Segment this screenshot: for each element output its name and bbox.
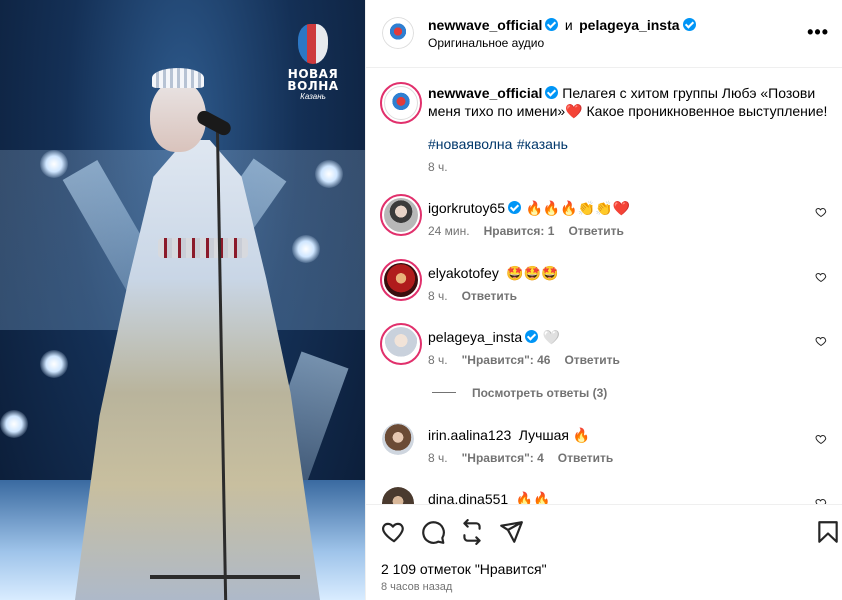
comment-avatar[interactable] bbox=[380, 194, 422, 236]
bookmark-icon[interactable] bbox=[815, 519, 841, 545]
comment-username[interactable]: pelageya_insta bbox=[428, 329, 522, 345]
comment-likes[interactable]: Нравится: 1 bbox=[484, 224, 555, 238]
caption-body: newwave_official Пелагея с хитом группы … bbox=[428, 84, 828, 120]
comment-item: pelageya_insta 🤍 8 ч. "Нравится": 46 Ответ… bbox=[380, 323, 830, 373]
comment-avatar[interactable] bbox=[382, 423, 414, 455]
caption-text-tail: Какое проникновенное выступление! bbox=[582, 103, 828, 119]
like-comment-icon[interactable] bbox=[815, 271, 827, 283]
comment-avatar[interactable] bbox=[380, 323, 422, 365]
joiner-text: и bbox=[564, 17, 573, 33]
comment-line: irin.aalina123 Лучшая 🔥 bbox=[428, 426, 590, 445]
comment-icon[interactable] bbox=[420, 519, 446, 545]
logo-line-3: Казань bbox=[300, 92, 326, 101]
comment-time: 8 ч. bbox=[428, 451, 448, 465]
likes-count[interactable]: 2 109 отметок "Нравится" bbox=[381, 561, 547, 577]
reply-button[interactable]: Ответить bbox=[462, 289, 517, 303]
audio-label[interactable]: Оригинальное аудио bbox=[428, 36, 544, 50]
comment-avatar[interactable] bbox=[380, 259, 422, 301]
comment-text: 🔥🔥🔥👏👏❤️ bbox=[525, 200, 631, 216]
comment-text: 🤩🤩🤩 bbox=[506, 265, 559, 281]
comment-line: pelageya_insta 🤍 bbox=[428, 328, 560, 347]
caption-username[interactable]: newwave_official bbox=[428, 85, 542, 101]
repost-icon[interactable] bbox=[459, 519, 485, 545]
like-comment-icon[interactable] bbox=[815, 497, 827, 504]
comment-time: 8 ч. bbox=[428, 353, 448, 367]
action-bar: 2 109 отметок "Нравится" 8 часов назад bbox=[366, 504, 842, 600]
comment-meta: 8 ч. Ответить bbox=[428, 289, 517, 303]
like-icon[interactable] bbox=[381, 519, 407, 545]
comment-item: elyakotofey 🤩🤩🤩 8 ч. Ответить bbox=[380, 259, 830, 309]
comments-list[interactable]: newwave_official Пелагея с хитом группы … bbox=[366, 69, 842, 504]
like-comment-icon[interactable] bbox=[815, 335, 827, 347]
reply-button[interactable]: Ответить bbox=[568, 224, 623, 238]
stage-light bbox=[315, 160, 343, 188]
event-logo-mark bbox=[298, 24, 328, 64]
comment-username[interactable]: igorkrutoy65 bbox=[428, 200, 505, 216]
mic-stand-base bbox=[150, 575, 300, 579]
view-replies-button[interactable]: Посмотреть ответы (3) bbox=[432, 386, 607, 400]
comment-time: 24 мин. bbox=[428, 224, 470, 238]
verified-icon bbox=[545, 86, 559, 99]
comment-line: elyakotofey 🤩🤩🤩 bbox=[428, 264, 559, 283]
comment-line: dina.dina551 🔥🔥 bbox=[428, 490, 551, 504]
comment-item: irin.aalina123 Лучшая 🔥 8 ч. "Нравится": … bbox=[380, 423, 830, 473]
hashtag-link[interactable]: #казань bbox=[517, 136, 568, 152]
comment-item: igorkrutoy65 🔥🔥🔥👏👏❤️ 24 мин. Нравится: 1 О… bbox=[380, 194, 830, 244]
collab-username[interactable]: pelageya_insta bbox=[579, 17, 679, 33]
comment-meta: 8 ч. "Нравится": 4 Ответить bbox=[428, 451, 613, 465]
stage-light bbox=[0, 410, 28, 438]
singer-belt bbox=[158, 238, 248, 258]
stage-light bbox=[292, 235, 320, 263]
verified-icon bbox=[545, 18, 559, 31]
stage-light bbox=[40, 150, 68, 178]
share-icon[interactable] bbox=[498, 519, 524, 545]
comment-time: 8 ч. bbox=[428, 289, 448, 303]
comment-meta: 24 мин. Нравится: 1 Ответить bbox=[428, 224, 624, 238]
reply-button[interactable]: Ответить bbox=[558, 451, 613, 465]
comment-username[interactable]: elyakotofey bbox=[428, 265, 499, 281]
post-panel: newwave_official и pelageya_insta Оригин… bbox=[365, 0, 842, 600]
verified-icon bbox=[508, 201, 522, 214]
author-avatar[interactable] bbox=[382, 17, 414, 49]
comment-username[interactable]: dina.dina551 bbox=[428, 491, 508, 504]
post-time: 8 часов назад bbox=[381, 581, 453, 593]
stage-light bbox=[40, 350, 68, 378]
verified-icon bbox=[525, 330, 539, 343]
event-logo: НОВАЯ ВОЛНА Казань bbox=[282, 24, 344, 101]
hashtags: #новаяволна #казань bbox=[428, 136, 568, 154]
comment-text: 🔥🔥 bbox=[515, 491, 551, 504]
comment-likes[interactable]: "Нравится": 46 bbox=[462, 353, 551, 367]
hashtag-link[interactable]: #новаяволна bbox=[428, 136, 512, 152]
post-photo[interactable]: НОВАЯ ВОЛНА Казань bbox=[0, 0, 365, 600]
logo-line-2: ВОЛНА bbox=[287, 79, 339, 93]
post-header: newwave_official и pelageya_insta Оригин… bbox=[366, 0, 842, 68]
comment-likes[interactable]: "Нравится": 4 bbox=[462, 451, 544, 465]
like-comment-icon[interactable] bbox=[815, 433, 827, 445]
more-options-icon[interactable]: ••• bbox=[807, 22, 829, 43]
comment-username[interactable]: irin.aalina123 bbox=[428, 427, 511, 443]
verified-icon bbox=[682, 18, 696, 31]
caption-avatar[interactable] bbox=[380, 82, 422, 124]
comment-text: Лучшая 🔥 bbox=[518, 427, 591, 443]
author-line: newwave_official и pelageya_insta bbox=[428, 16, 696, 35]
comment-text: 🤍 bbox=[542, 329, 561, 345]
reply-button[interactable]: Ответить bbox=[564, 353, 619, 367]
like-comment-icon[interactable] bbox=[815, 206, 827, 218]
singer-tiara bbox=[152, 68, 204, 88]
comment-item: dina.dina551 🔥🔥 bbox=[380, 487, 830, 504]
comment-meta: 8 ч. "Нравится": 46 Ответить bbox=[428, 353, 620, 367]
comment-avatar[interactable] bbox=[382, 487, 414, 504]
author-username[interactable]: newwave_official bbox=[428, 17, 542, 33]
comment-line: igorkrutoy65 🔥🔥🔥👏👏❤️ bbox=[428, 199, 630, 218]
heart-emoji: ❤️ bbox=[565, 103, 583, 119]
caption-time: 8 ч. bbox=[428, 160, 448, 174]
